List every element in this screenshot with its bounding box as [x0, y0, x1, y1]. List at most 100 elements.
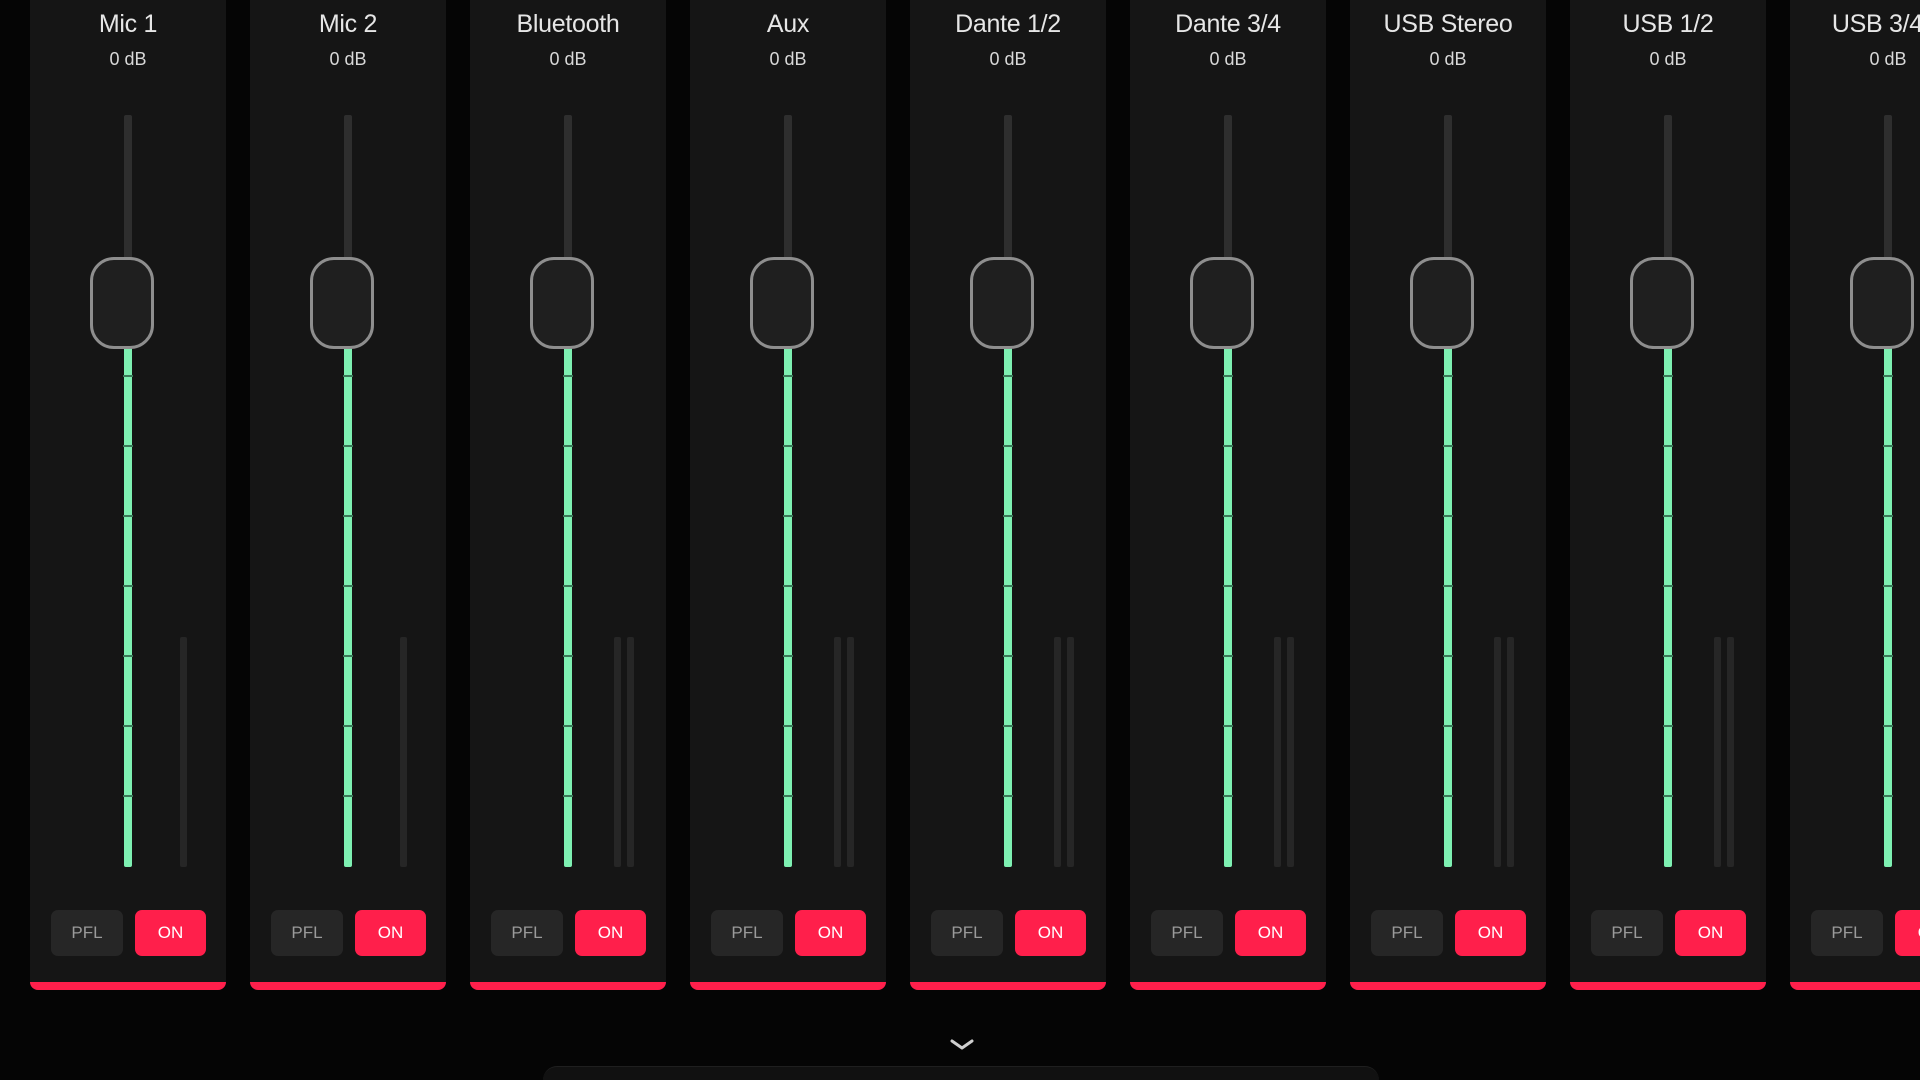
fader-scale-tick	[783, 725, 793, 727]
fader-scale-tick	[1003, 795, 1013, 797]
channel-on-button[interactable]: ON	[1675, 910, 1746, 956]
fader-scale-tick	[1883, 655, 1893, 657]
fader-track[interactable]	[1664, 115, 1672, 867]
fader-track[interactable]	[564, 115, 572, 867]
pfl-button[interactable]: PFL	[1151, 910, 1223, 956]
fader-handle[interactable]	[1630, 257, 1694, 349]
pfl-button[interactable]: PFL	[51, 910, 123, 956]
channel-name: USB Stereo	[1383, 10, 1513, 38]
level-meter	[1274, 637, 1281, 867]
fader-scale-tick	[1663, 655, 1673, 657]
channel-strip: USB 3/4 T 0 dB PFL ON	[1790, 0, 1920, 990]
pfl-button[interactable]: PFL	[931, 910, 1003, 956]
pfl-button[interactable]: PFL	[1371, 910, 1443, 956]
fader-handle[interactable]	[310, 257, 374, 349]
level-meter	[1507, 637, 1514, 867]
fader-scale-tick	[1443, 795, 1453, 797]
fader-scale-tick	[123, 375, 133, 377]
fader-scale-tick	[123, 725, 133, 727]
mixer-app: Mic 1 0 dB PFL ON Mic 2 0 dB PFL ON Bluetooth 0 d…	[0, 0, 1920, 1080]
channel-strip: Dante 1/2 0 dB PFL ON	[910, 0, 1106, 990]
channel-name: Dante 3/4	[1175, 10, 1281, 38]
fader-track[interactable]	[784, 115, 792, 867]
fader-scale-tick	[123, 795, 133, 797]
level-meter	[1287, 637, 1294, 867]
fader-handle[interactable]	[970, 257, 1034, 349]
fader-handle[interactable]	[90, 257, 154, 349]
level-meter	[627, 637, 634, 867]
channel-active-indicator	[1130, 982, 1326, 990]
chevron-down-icon[interactable]	[946, 1036, 978, 1054]
channel-active-indicator	[30, 982, 226, 990]
fader-track[interactable]	[1444, 115, 1452, 867]
fader-scale-tick	[563, 445, 573, 447]
fader-scale-tick	[343, 445, 353, 447]
fader-handle[interactable]	[1190, 257, 1254, 349]
pfl-button[interactable]: PFL	[1591, 910, 1663, 956]
fader-scale-tick	[1663, 725, 1673, 727]
fader-scale-tick	[1003, 725, 1013, 727]
channel-on-button[interactable]: ON	[1455, 910, 1526, 956]
fader-scale-tick	[783, 445, 793, 447]
fader-scale-tick	[1443, 445, 1453, 447]
fader-track[interactable]	[1004, 115, 1012, 867]
fader-handle[interactable]	[750, 257, 814, 349]
level-meter	[400, 637, 407, 867]
fader-handle[interactable]	[1410, 257, 1474, 349]
fader-scale-tick	[343, 375, 353, 377]
fader-scale-tick	[783, 795, 793, 797]
channel-on-button[interactable]: ON	[355, 910, 426, 956]
channel-on-button[interactable]: ON	[1895, 910, 1920, 956]
channel-on-button[interactable]: ON	[575, 910, 646, 956]
fader-scale-tick	[1663, 585, 1673, 587]
channel-gain-readout: 0 dB	[769, 49, 807, 69]
channel-gain-readout: 0 dB	[549, 49, 587, 69]
channel-active-indicator	[1790, 982, 1920, 990]
pfl-button[interactable]: PFL	[711, 910, 783, 956]
pfl-button[interactable]: PFL	[491, 910, 563, 956]
fader-scale-tick	[563, 725, 573, 727]
fader-scale-tick	[123, 655, 133, 657]
fader-handle[interactable]	[1850, 257, 1914, 349]
fader-scale-tick	[1663, 795, 1673, 797]
fader-scale-tick	[1003, 515, 1013, 517]
fader-scale-tick	[1883, 515, 1893, 517]
pfl-button[interactable]: PFL	[271, 910, 343, 956]
fader-scale-tick	[1443, 585, 1453, 587]
level-meter	[1714, 637, 1721, 867]
pfl-button[interactable]: PFL	[1811, 910, 1883, 956]
fader-handle[interactable]	[530, 257, 594, 349]
fader-scale-tick	[123, 515, 133, 517]
level-meter	[1054, 637, 1061, 867]
channel-gain-readout: 0 dB	[329, 49, 367, 69]
channel-on-button[interactable]: ON	[1015, 910, 1086, 956]
fader-scale-tick	[1443, 375, 1453, 377]
channel-gain-readout: 0 dB	[1429, 49, 1467, 69]
channel-on-button[interactable]: ON	[1235, 910, 1306, 956]
fader-scale-tick	[1663, 375, 1673, 377]
fader-track[interactable]	[124, 115, 132, 867]
fader-scale-tick	[1223, 585, 1233, 587]
fader-scale-tick	[343, 795, 353, 797]
channel-on-button[interactable]: ON	[135, 910, 206, 956]
bottom-panel-handle[interactable]	[543, 1066, 1379, 1080]
channel-name: USB 3/4 T	[1831, 10, 1920, 38]
level-meter	[1494, 637, 1501, 867]
fader-scale-tick	[563, 515, 573, 517]
channel-active-indicator	[1350, 982, 1546, 990]
channel-active-indicator	[690, 982, 886, 990]
fader-scale-tick	[1003, 445, 1013, 447]
channel-gain-readout: 0 dB	[1649, 49, 1687, 69]
fader-track[interactable]	[1224, 115, 1232, 867]
fader-scale-tick	[1003, 585, 1013, 587]
fader-track[interactable]	[1884, 115, 1892, 867]
fader-scale-tick	[1443, 655, 1453, 657]
fader-track[interactable]	[344, 115, 352, 867]
level-meter	[1727, 637, 1734, 867]
channel-name: Mic 2	[318, 10, 378, 38]
channel-gain-readout: 0 dB	[989, 49, 1027, 69]
channel-gain-readout: 0 dB	[1869, 49, 1907, 69]
fader-scale-tick	[1223, 445, 1233, 447]
channel-name: Bluetooth	[516, 10, 620, 38]
channel-on-button[interactable]: ON	[795, 910, 866, 956]
